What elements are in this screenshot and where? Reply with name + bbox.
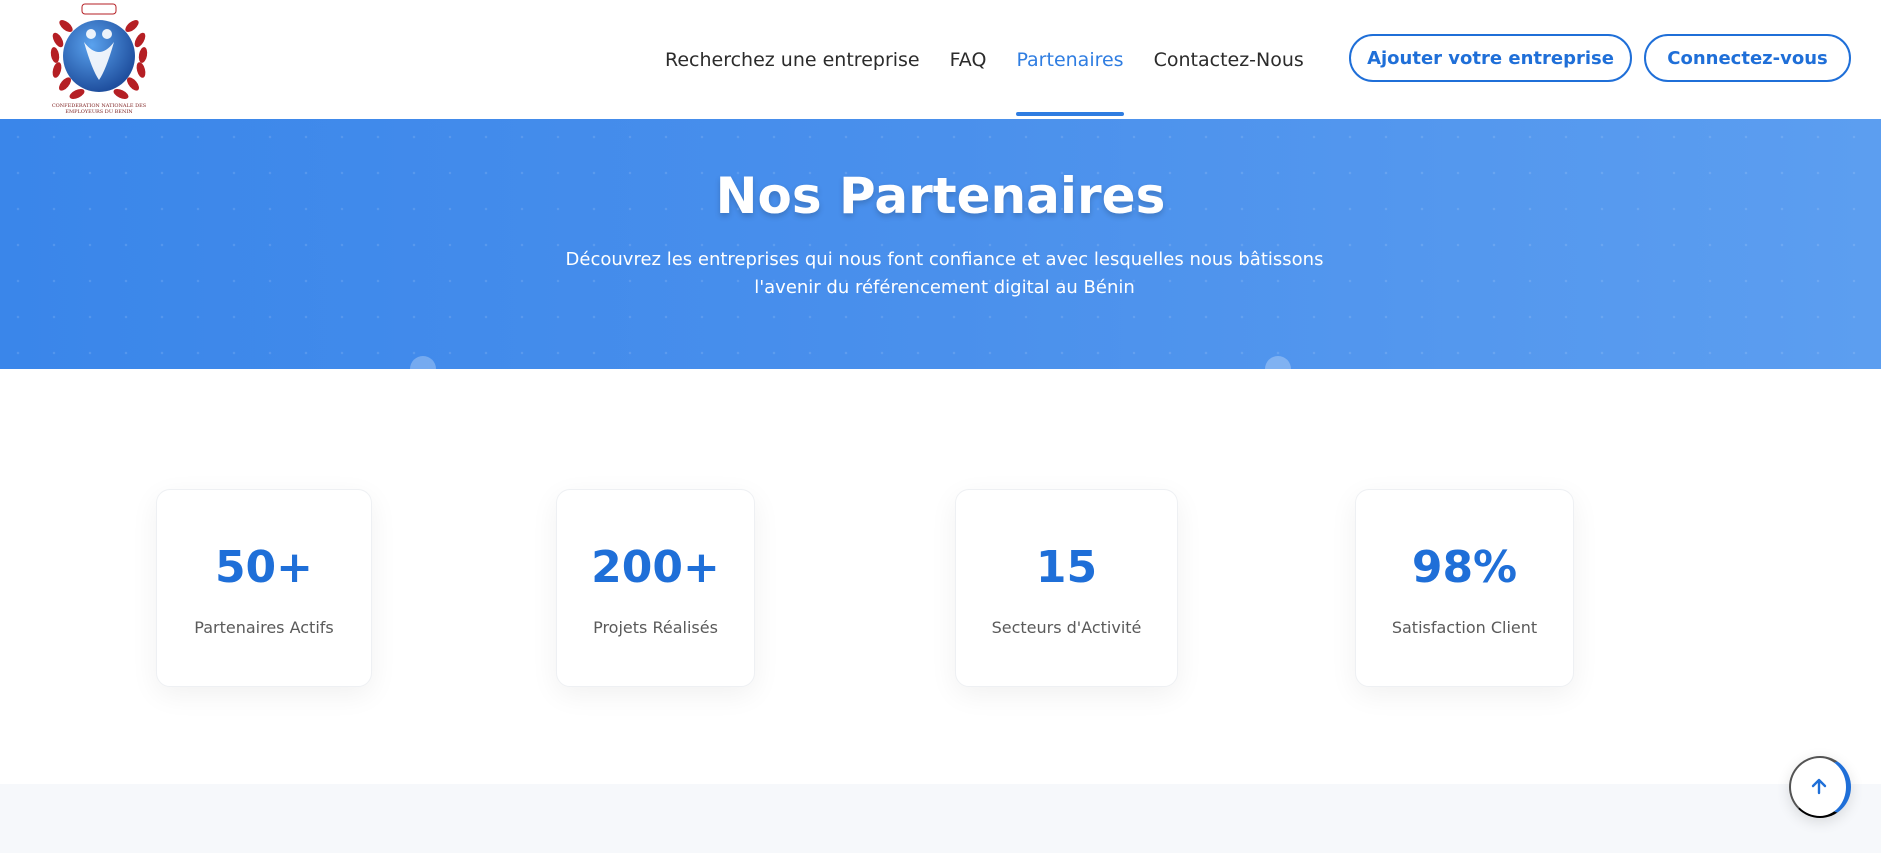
stat-value: 50+ — [214, 542, 314, 593]
site-header: CONFEDERATION NATIONALE DES EMPLOYEURS D… — [0, 0, 1881, 119]
main-nav: Recherchez une entreprise FAQ Partenaire… — [665, 0, 1334, 119]
hero-dot-pattern — [0, 119, 1881, 369]
stat-label: Satisfaction Client — [1391, 618, 1538, 637]
scroll-to-top-button[interactable] — [1789, 756, 1851, 818]
nav-item-contact[interactable]: Contactez-Nous — [1154, 0, 1304, 119]
stat-card-partners: 50+ Partenaires Actifs — [156, 489, 372, 687]
coneb-logo[interactable]: CONFEDERATION NATIONALE DES EMPLOYEURS D… — [46, 0, 152, 116]
page-title: Nos Partenaires — [715, 167, 1166, 225]
next-section — [0, 784, 1881, 853]
stat-label: Secteurs d'Activité — [991, 618, 1142, 637]
logo-caption: CONFEDERATION NATIONALE DES EMPLOYEURS D… — [51, 103, 147, 115]
hero-subtitle: Découvrez les entreprises qui nous font … — [565, 249, 1324, 298]
stat-value: 98% — [1411, 542, 1518, 593]
stat-label: Partenaires Actifs — [194, 618, 334, 637]
hero-banner: Nos Partenaires Découvrez les entreprise… — [0, 119, 1881, 369]
add-business-button[interactable]: Ajouter votre entreprise — [1349, 34, 1632, 82]
logo-emblem-icon — [50, 3, 148, 99]
arrow-up-icon — [1811, 778, 1826, 795]
login-button[interactable]: Connectez-vous — [1644, 34, 1851, 82]
stat-card-sectors: 15 Secteurs d'Activité — [955, 489, 1178, 687]
stat-card-projects: 200+ Projets Réalisés — [556, 489, 755, 687]
nav-item-search-company[interactable]: Recherchez une entreprise — [665, 0, 920, 119]
stat-card-satisfaction: 98% Satisfaction Client — [1355, 489, 1574, 687]
stat-value: 200+ — [591, 542, 720, 593]
nav-item-partners[interactable]: Partenaires — [1016, 0, 1124, 119]
stats-section: 50+ Partenaires Actifs 200+ Projets Réal… — [0, 369, 1881, 784]
stat-value: 15 — [1035, 542, 1098, 593]
stat-label: Projets Réalisés — [593, 618, 718, 637]
nav-item-faq[interactable]: FAQ — [950, 0, 987, 119]
